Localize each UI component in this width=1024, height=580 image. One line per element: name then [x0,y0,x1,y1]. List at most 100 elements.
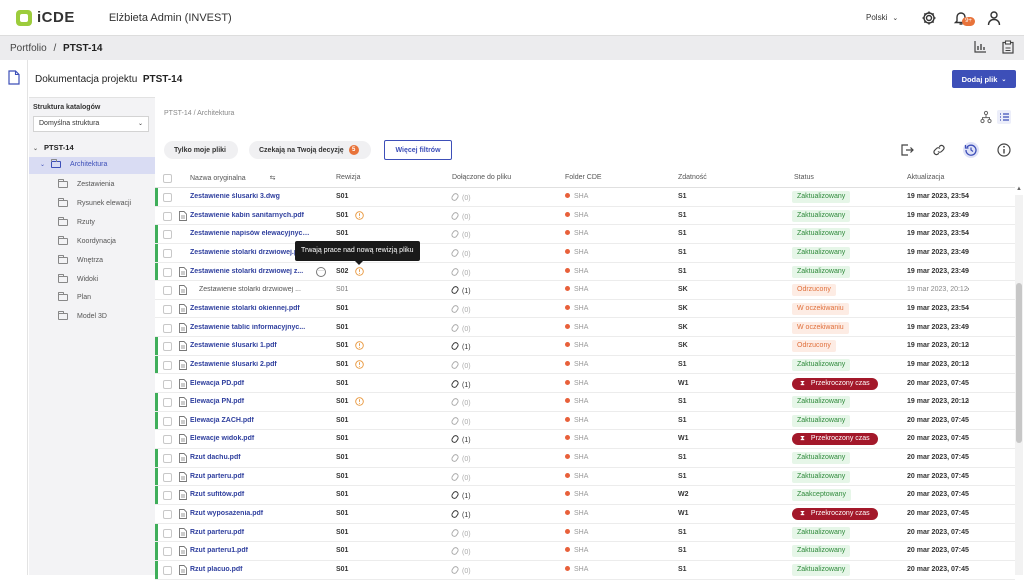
attachments[interactable]: (0) [450,303,471,314]
row-checkbox[interactable] [163,398,172,408]
export-icon[interactable] [899,142,915,158]
clipboard-icon[interactable] [1001,40,1015,54]
table-row[interactable]: Zestawienie stolarki okiennej.pdf S01 (0) S… [155,300,1015,319]
col-attached[interactable]: Dołączone do pliku [452,174,511,181]
sort-icon[interactable]: ⇆ [270,175,276,182]
row-arrow-icon[interactable]: › [967,305,969,312]
tree-root[interactable]: ⌄ PTST-14 [33,143,74,152]
col-status[interactable]: Status [794,174,814,181]
attachments[interactable]: (0) [450,453,471,463]
stats-icon[interactable] [973,40,987,54]
gear-icon[interactable] [921,10,937,26]
table-row[interactable]: Zestawienie ślusarki 1.pdf S01 (1) SHA SK Odr… [155,337,1015,356]
row-checkbox[interactable] [163,379,172,389]
list-view-icon[interactable] [997,110,1011,124]
attachments[interactable]: (1) [450,509,471,519]
file-name-link[interactable]: Zestawienie stolarki drzwiowej ... [199,286,311,293]
file-name-link[interactable]: Rzut placuo.pdf [190,566,312,573]
tree-item-folder[interactable]: Koordynacja [58,235,116,245]
row-arrow-icon[interactable]: › [967,268,969,275]
attachments[interactable]: (0) [450,192,471,202]
table-row[interactable]: Zestawienie napisów elewacyjnych.pdf S01 (… [155,225,1015,244]
row-checkbox[interactable] [163,286,172,296]
app-logo[interactable]: iCDE [16,9,75,26]
breadcrumb-portfolio[interactable]: Portfolio [10,43,47,54]
table-row[interactable]: Zestawienie ślusarki 3.dwg S01 (0) SHA S1 Zak… [155,188,1015,207]
table-row[interactable]: Zestawienie kabin sanitarnych.pdf S01 (0) S… [155,207,1015,226]
user-icon[interactable] [986,10,1002,26]
attachments[interactable]: (0) [450,397,471,407]
col-updated[interactable]: Aktualizacja [907,174,944,181]
table-row[interactable]: Rzut dachu.pdf S01 (0) SHA S1 Zaktualizowany 2… [155,449,1015,468]
col-revision[interactable]: Rewizja [336,174,361,181]
row-arrow-icon[interactable]: › [967,212,969,219]
attachments[interactable]: (0) [450,322,471,333]
table-row[interactable]: Rzut sufitów.pdf S01 (1) SHA W2 Zaakceptowany… [155,486,1015,505]
row-arrow-icon[interactable]: › [967,249,969,256]
row-arrow-icon[interactable]: › [967,193,969,200]
file-name-link[interactable]: Zestawienie stolarki okiennej.pdf [190,305,312,312]
tree-item-folder[interactable]: Widoki [58,273,98,283]
structure-select[interactable]: Domyślna struktura ⌄ [33,116,149,132]
file-name-link[interactable]: Rzut parteru1.pdf [190,547,312,554]
warning-icon[interactable] [355,360,364,369]
file-name-link[interactable]: Zestawienie ślusarki 2.pdf [190,361,312,368]
row-checkbox[interactable] [163,435,172,445]
attachments[interactable]: (0) [450,415,471,426]
warning-icon[interactable] [355,397,364,406]
file-name-link[interactable]: Rzut dachu.pdf [190,454,312,461]
tree-item-architektura[interactable]: ⌄ Architektura [40,159,107,168]
row-arrow-icon[interactable]: › [967,324,969,331]
filter-only-mine[interactable]: Tylko moje pliki [164,141,238,159]
table-row[interactable]: Elewacja PD.pdf S01 (1) SHA W1 ⧗ Przekroczony … [155,375,1015,394]
tree-item-folder[interactable]: Rzuty [58,216,95,226]
attachments[interactable]: (0) [450,229,471,239]
history-icon[interactable] [963,142,979,158]
row-checkbox[interactable] [163,230,172,240]
attachments[interactable]: (1) [450,434,471,444]
table-row[interactable]: Elewacja PN.pdf S01 (0) SHA S1 Zaktualizowany… [155,393,1015,412]
file-name-link[interactable]: Zestawienie ślusarki 1.pdf [190,342,312,349]
table-row[interactable]: Rzut wyposażenia.pdf S01 (1) SHA W1 ⧗ Przekroc… [155,505,1015,524]
file-name-link[interactable]: Elewacja ZACH.pdf [190,417,312,424]
tree-item-folder[interactable]: Zestawienia [58,179,114,188]
file-name-link[interactable]: Elewacja PD.pdf [190,380,312,387]
file-name-link[interactable]: Rzut sufitów.pdf [190,491,312,498]
scrollbar-thumb[interactable] [1016,283,1022,443]
row-checkbox[interactable] [163,454,172,464]
file-name-link[interactable]: Elewacje widok.pdf [190,435,312,442]
row-checkbox[interactable] [163,304,172,314]
file-name-link[interactable]: Zestawienie ślusarki 3.dwg [190,193,312,200]
link-icon[interactable] [931,142,947,158]
row-checkbox[interactable] [163,193,172,202]
attachments[interactable]: (0) [450,210,471,221]
scroll-up-arrow[interactable]: ▲ [1016,186,1022,192]
attachments[interactable]: (0) [450,359,471,370]
info-icon[interactable] [996,142,1012,158]
tree-item-folder[interactable]: Plan [58,292,91,302]
file-name-link[interactable]: Rzut wyposażenia.pdf [190,510,312,517]
row-arrow-icon[interactable]: › [967,342,969,349]
attachments[interactable]: (1) [450,285,471,295]
table-row[interactable]: Elewacja ZACH.pdf S01 (0) SHA S1 Zaktualizowa… [155,411,1015,431]
row-arrow-icon[interactable]: › [967,529,969,536]
row-arrow-icon[interactable]: › [967,566,969,573]
row-arrow-icon[interactable]: › [967,454,969,461]
row-arrow-icon[interactable]: › [967,398,969,405]
row-checkbox[interactable] [163,342,172,352]
warning-icon[interactable] [355,210,364,220]
table-row[interactable]: Zestawienie stolarki drzwiowej ... S01 (1)… [155,281,1015,300]
file-name-link[interactable]: Zestawienie kabin sanitarnych.pdf [190,212,312,219]
row-checkbox[interactable] [163,267,172,277]
row-arrow-icon[interactable]: › [967,510,969,517]
tree-item-folder[interactable]: Rysunek elewacji [58,197,131,207]
file-name-link[interactable]: Zestawienie tablic informacyjnyc... [190,324,312,331]
file-name-link[interactable]: Elewacja PN.pdf [190,398,312,405]
file-name-link[interactable]: Zestawienie stolarki drzwiowej.pdf [190,249,312,256]
table-row[interactable]: Rzut parteru.pdf S01 (0) SHA S1 Zaktualizowan… [155,523,1015,543]
row-checkbox[interactable] [163,472,172,482]
more-options-icon[interactable]: ··· [316,266,326,277]
col-folder[interactable]: Folder CDE [565,174,602,181]
select-all-checkbox[interactable] [163,174,172,183]
row-arrow-icon[interactable]: › [967,547,969,554]
